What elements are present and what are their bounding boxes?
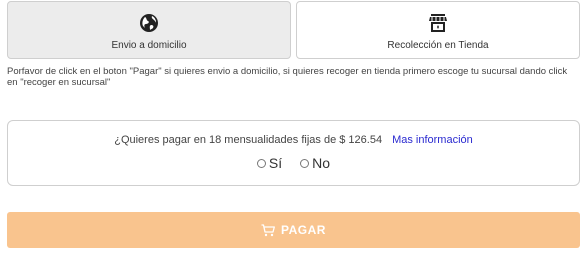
radio-no-label: No <box>312 155 331 171</box>
home-delivery-label: Envio a domicilio <box>111 40 187 51</box>
delivery-hint-text: Porfavor de click en el boton "Pagar" si… <box>7 66 568 88</box>
pay-button[interactable]: PAGAR <box>7 212 580 248</box>
more-info-link[interactable]: Mas información <box>392 134 473 146</box>
store-pickup-label: Recolección en Tienda <box>387 40 489 51</box>
store-icon <box>428 13 448 33</box>
installments-question: ¿Quieres pagar en 18 mensualidades fijas… <box>114 134 383 146</box>
pay-button-label: PAGAR <box>281 223 326 237</box>
radio-yes-circle[interactable] <box>256 158 266 168</box>
globe-icon <box>139 13 159 33</box>
radio-no[interactable]: No <box>300 155 330 171</box>
radio-no-circle[interactable] <box>300 158 310 168</box>
installments-panel: ¿Quieres pagar en 18 mensualidades fijas… <box>7 120 580 186</box>
store-pickup-option[interactable]: Recolección en Tienda <box>296 1 580 59</box>
radio-yes[interactable]: Sí <box>256 155 283 171</box>
home-delivery-option[interactable]: Envio a domicilio <box>7 1 291 59</box>
installments-choices: Sí No <box>8 155 579 171</box>
cart-icon <box>261 223 275 237</box>
installments-line: ¿Quieres pagar en 18 mensualidades fijas… <box>8 134 579 146</box>
delivery-options: Envio a domicilio Recolección en Tienda <box>7 1 580 59</box>
radio-yes-label: Sí <box>268 155 283 171</box>
